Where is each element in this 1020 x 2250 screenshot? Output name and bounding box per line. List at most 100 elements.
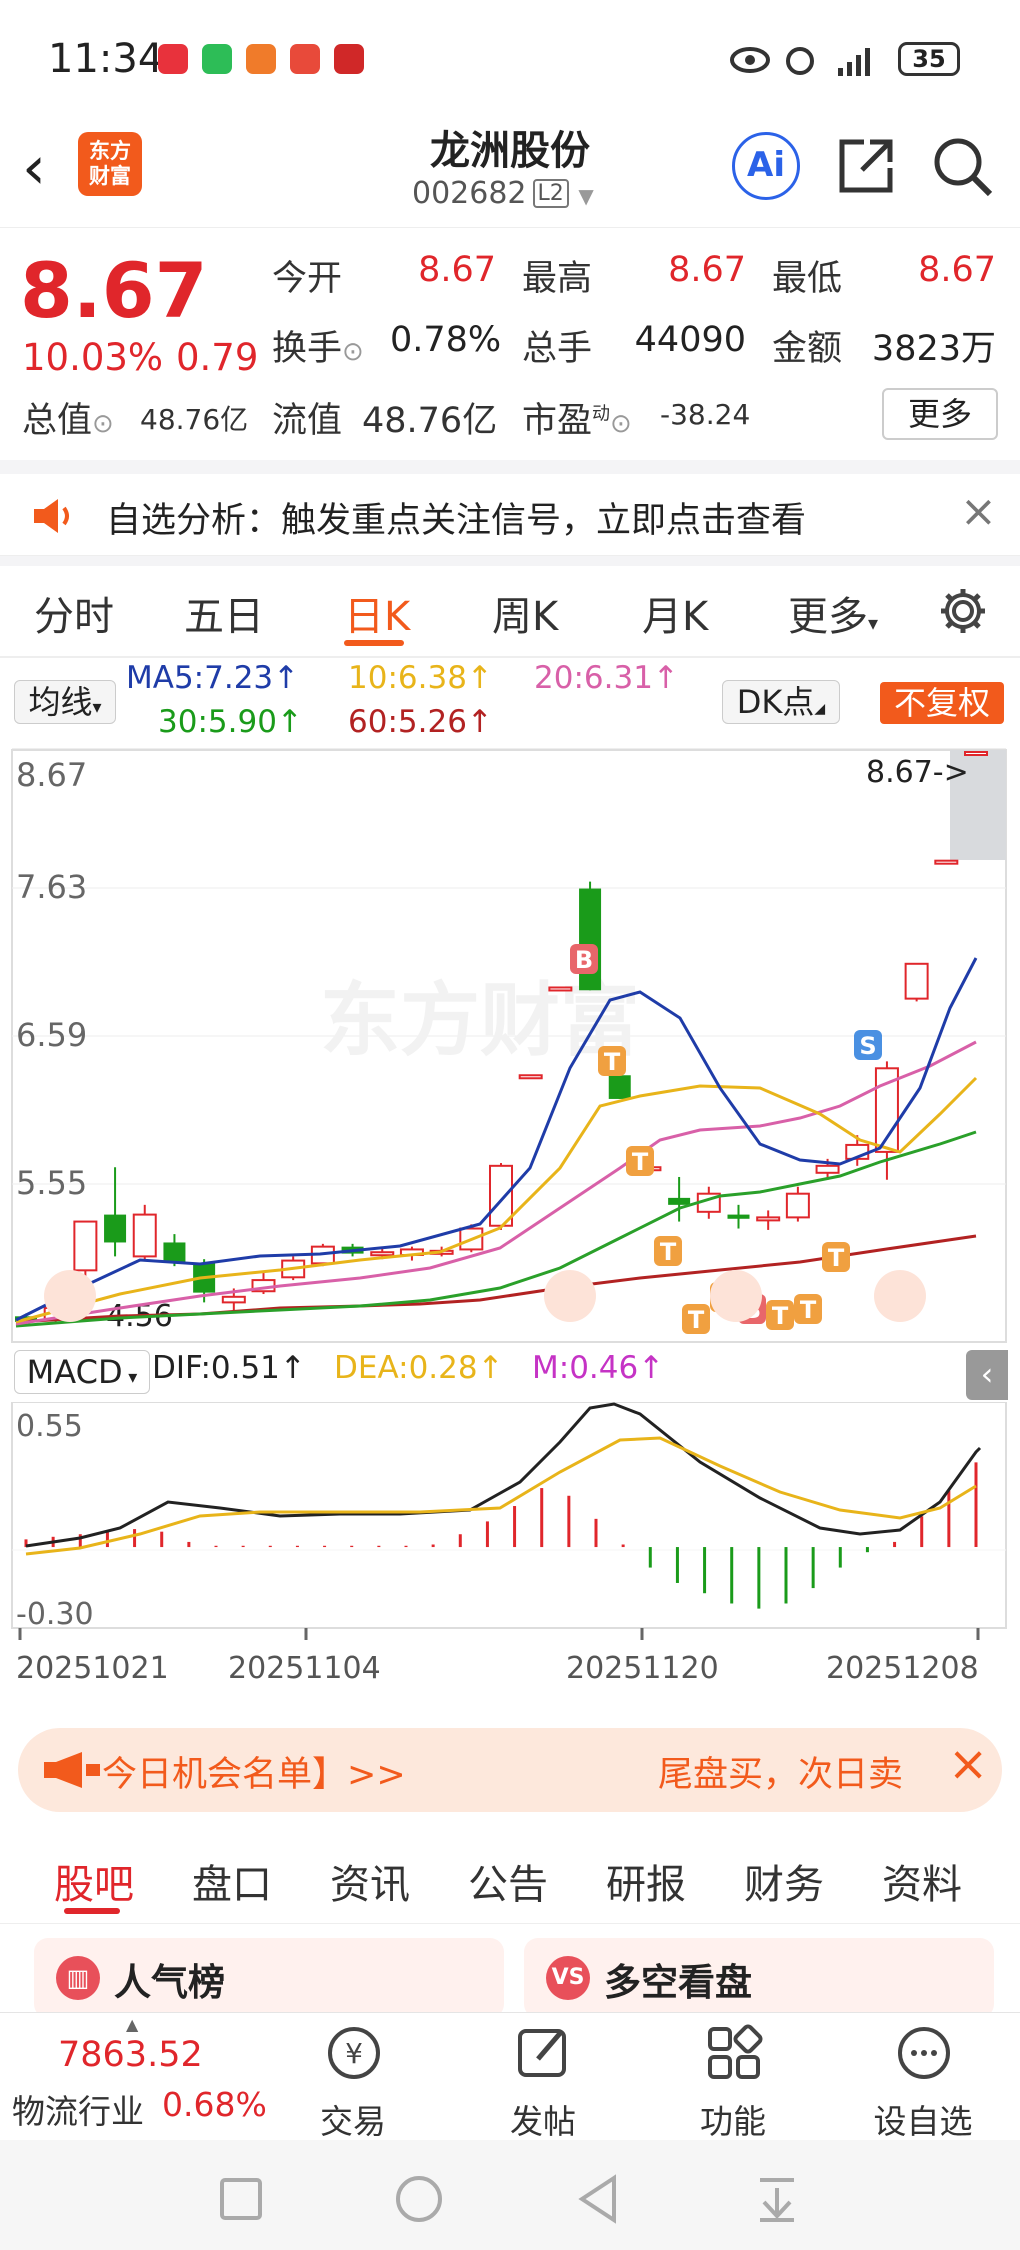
home-icon[interactable] (394, 2174, 444, 2224)
megaphone-icon (44, 1752, 100, 1788)
candle-body (785, 1192, 810, 1219)
svg-text:T: T (688, 1306, 705, 1334)
turnover-value: 0.78% (390, 320, 502, 360)
dea-value: DEA:0.28↑ (334, 1350, 504, 1386)
edit-icon (518, 2029, 566, 2077)
alarm-icon (786, 47, 814, 75)
speaker-icon (34, 499, 69, 533)
chart-period-tabs: 分时 五日 日K 周K 月K 更多▾ (0, 566, 1020, 656)
trade-nav[interactable]: ¥ 交易 (288, 2013, 418, 2141)
pe-label: 市盈动⊙ (522, 401, 632, 441)
svg-text:B: B (575, 946, 593, 974)
status-icons (730, 47, 870, 76)
y-tick-label: 7.63 (16, 868, 87, 906)
last-price-marker: 8.67-> (866, 755, 969, 790)
stock-code[interactable]: 002682 L2 ▼ (412, 176, 594, 211)
candle-body (756, 1216, 781, 1222)
back-nav-icon[interactable] (574, 2174, 624, 2224)
ma-selector[interactable]: 均线▾ (14, 680, 116, 724)
dropdown-notification-icon[interactable] (752, 2174, 802, 2224)
longshort-card[interactable]: VS 多空看盘 (524, 1938, 994, 2018)
svg-text:T: T (828, 1244, 845, 1272)
tab-profile[interactable]: 资料 (882, 1852, 962, 1910)
turnover-label: 换手⊙ (272, 329, 364, 369)
popularity-card[interactable]: ▥ 人气榜 (34, 1938, 504, 2018)
x-tick-label: 20251120 (566, 1651, 719, 1686)
tab-research[interactable]: 研报 (606, 1852, 686, 1910)
candle-body (370, 1251, 395, 1257)
svg-text:S: S (859, 1032, 876, 1060)
stock-app-icon (290, 44, 320, 74)
industry-index[interactable]: ▲ 7863.52 物流行业 0.68% (0, 2013, 270, 2141)
vs-icon: VS (546, 1956, 590, 2000)
divider (0, 556, 1020, 566)
high-value: 8.67 (668, 250, 746, 290)
candle-body (727, 1214, 750, 1219)
watchlist-analysis-notice[interactable]: 自选分析：触发重点关注信号，立即点击查看 × (0, 474, 1020, 556)
collapse-panel-button[interactable]: ‹ (966, 1350, 1008, 1400)
search-icon[interactable] (932, 136, 994, 198)
status-time: 11:34 (48, 36, 164, 82)
tab-news[interactable]: 资讯 (330, 1852, 410, 1910)
open-label: 今开 (272, 259, 343, 299)
recent-apps-icon[interactable] (218, 2176, 264, 2222)
x-tick-label: 20251104 (228, 1651, 381, 1686)
ai-assistant-button[interactable]: Ai (732, 132, 800, 200)
stock-header: ‹ 东方 财富 龙洲股份 002682 L2 ▼ Ai (0, 110, 1020, 228)
x-tick-label: 20251021 (16, 1651, 169, 1686)
tab-more[interactable]: 更多▾ (788, 584, 878, 642)
opportunity-banner[interactable]: 今日机会名单】>> 尾盘买，次日卖 × (18, 1728, 1002, 1812)
post-nav[interactable]: 发帖 (478, 2013, 608, 2141)
candle-body (489, 1164, 513, 1227)
status-bar: 11:34 35 (0, 0, 1020, 110)
candle-body (518, 1074, 543, 1080)
candle-body (579, 888, 602, 991)
watchlist-nav[interactable]: 设自选 (858, 2013, 988, 2141)
spacer (0, 1700, 1020, 1728)
mktcap-value: 48.76亿 (140, 403, 249, 436)
banner-right-text: 尾盘买，次日卖 (658, 1755, 904, 1795)
dk-point-button[interactable]: DK点◢ (722, 680, 840, 724)
tab-announcements[interactable]: 公告 (468, 1852, 548, 1910)
macd-selector[interactable]: MACD ▾ (14, 1350, 150, 1394)
candlestick-chart[interactable]: 东方财富 8.67 7.63 6.59 5.55 4.56 8.67-> B S… (0, 748, 1020, 1348)
longshort-label: 多空看盘 (604, 1961, 752, 2004)
candle-body (964, 751, 988, 756)
svg-text:T: T (772, 1302, 789, 1330)
low-label: 最低 (772, 259, 843, 299)
quote-panel: 8.67 10.03% 0.79 今开 8.67 最高 8.67 最低 8.67… (0, 228, 1020, 460)
more-quote-button[interactable]: 更多 (882, 388, 998, 440)
float-value: 48.76亿 (362, 401, 498, 441)
share-icon[interactable] (836, 136, 896, 196)
candle-body (221, 1295, 246, 1304)
feishu-icon (246, 44, 276, 74)
feature-cards: ▥ 人气榜 VS 多空看盘 (0, 1924, 1020, 2018)
ma10-value: 10:6.38↑ (348, 660, 493, 696)
function-nav[interactable]: 功能 (668, 2013, 798, 2141)
settings-gear-icon[interactable] (938, 586, 988, 636)
tab-five-day[interactable]: 五日 (184, 584, 264, 642)
close-icon[interactable]: × (960, 486, 997, 537)
candle-body (668, 1197, 691, 1205)
macd-chart[interactable]: 0.55 -0.30 20251021 20251104 20251120 20… (0, 1402, 1020, 1722)
ma30-value: 30:5.90↑ (158, 704, 303, 740)
tab-financials[interactable]: 财务 (744, 1852, 824, 1910)
grid-icon (708, 2024, 763, 2079)
no-adjust-button[interactable]: 不复权 (880, 682, 1004, 724)
tab-intraday[interactable]: 分时 (34, 584, 114, 642)
y-tick-label: 8.67 (16, 756, 87, 794)
divider (0, 656, 1020, 658)
tab-daily-k[interactable]: 日K (344, 584, 410, 642)
close-icon[interactable]: × (948, 1736, 988, 1792)
candle-body (934, 859, 959, 865)
float-label: 流值 (272, 401, 343, 441)
tab-order-book[interactable]: 盘口 (192, 1852, 272, 1910)
industry-index-value: 7863.52 (58, 2035, 203, 2075)
mktcap-label: 总值⊙ (22, 401, 114, 441)
ma5-value: MA5:7.23↑ (126, 660, 300, 696)
tab-monthly-k[interactable]: 月K (642, 584, 708, 642)
popularity-label: 人气榜 (114, 1961, 225, 2004)
x-tick-label: 20251208 (826, 1651, 979, 1686)
tab-weekly-k[interactable]: 周K (492, 584, 558, 642)
tab-forum[interactable]: 股吧 (54, 1852, 134, 1910)
